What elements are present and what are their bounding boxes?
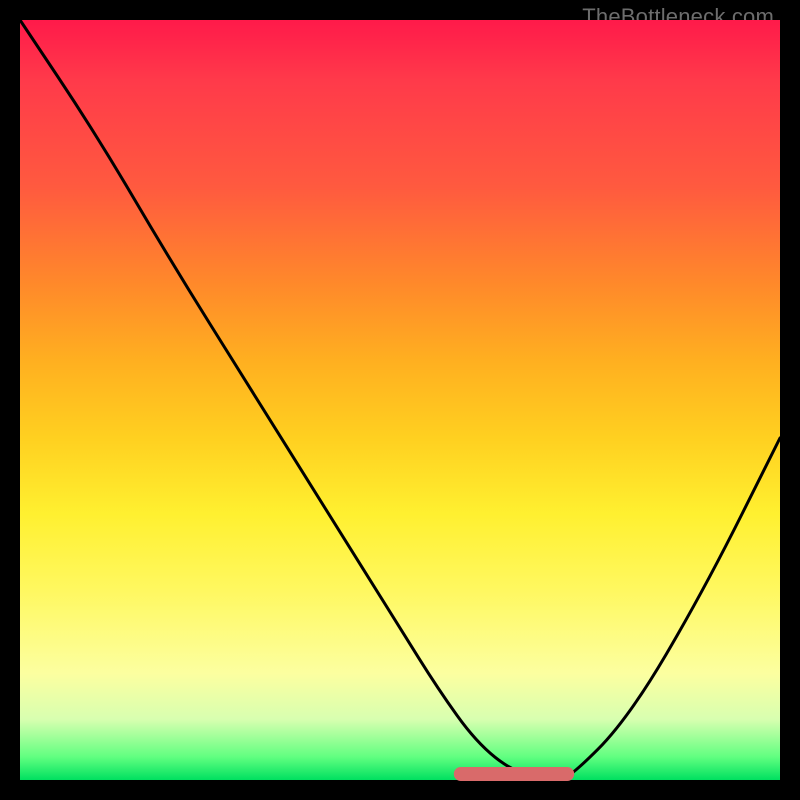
chart-container: TheBottleneck.com (0, 0, 800, 800)
plot-area (20, 20, 780, 780)
chart-svg (20, 20, 780, 780)
bottleneck-curve (20, 20, 780, 780)
